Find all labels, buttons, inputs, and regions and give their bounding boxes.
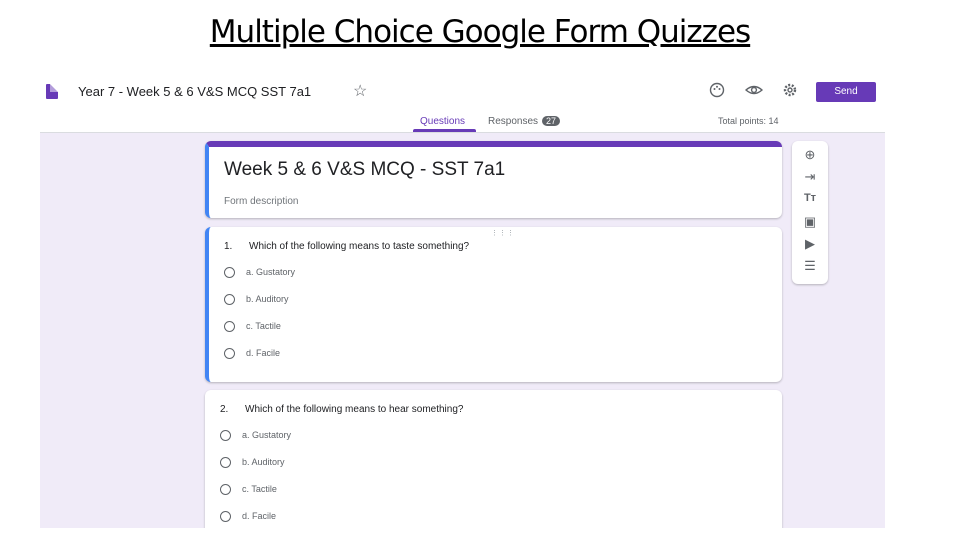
form-header-card[interactable]: Week 5 & 6 V&S MCQ - SST 7a1 Form descri…: [205, 141, 782, 218]
slide-title: Multiple Choice Google Form Quizzes: [209, 14, 751, 50]
total-points: Total points: 14: [718, 116, 779, 126]
palette-icon[interactable]: [707, 82, 727, 103]
add-video-icon[interactable]: ▶: [800, 236, 820, 252]
side-toolbar: ⊕ ⇥ Tт ▣ ▶ ☰: [792, 141, 828, 284]
tab-questions[interactable]: Questions: [420, 116, 465, 127]
option-label: d. Facile: [246, 348, 281, 358]
form-title[interactable]: Week 5 & 6 V&S MCQ - SST 7a1: [224, 159, 505, 181]
tab-responses-label: Responses: [488, 116, 539, 127]
star-icon[interactable]: ☆: [353, 81, 367, 101]
option-label: b. Auditory: [242, 457, 285, 467]
tab-responses[interactable]: Responses 27: [488, 116, 561, 127]
drag-handle-icon[interactable]: ⋮⋮⋮: [491, 229, 515, 237]
active-tab-indicator: [413, 129, 476, 132]
send-button[interactable]: Send: [816, 82, 876, 102]
question-card[interactable]: ⋮⋮⋮ 1. Which of the following means to t…: [205, 227, 782, 382]
responses-count-badge: 27: [542, 116, 561, 126]
doc-title[interactable]: Year 7 - Week 5 & 6 V&S MCQ SST 7a1: [78, 84, 311, 99]
add-image-icon[interactable]: ▣: [800, 214, 820, 230]
google-forms-window: Year 7 - Week 5 & 6 V&S MCQ SST 7a1 ☆ Se…: [40, 70, 885, 528]
radio-icon[interactable]: [224, 294, 235, 305]
question-text[interactable]: Which of the following means to hear som…: [245, 404, 463, 415]
question-card[interactable]: 2. Which of the following means to hear …: [205, 390, 782, 528]
add-section-icon[interactable]: ☰: [800, 258, 820, 274]
question-text[interactable]: Which of the following means to taste so…: [249, 241, 469, 252]
option-label: b. Auditory: [246, 294, 289, 304]
topbar: Year 7 - Week 5 & 6 V&S MCQ SST 7a1 ☆ Se…: [40, 70, 885, 133]
forms-doc-icon: [46, 84, 58, 99]
import-questions-icon[interactable]: ⇥: [800, 169, 820, 185]
option-label: d. Facile: [242, 511, 277, 521]
add-question-icon[interactable]: ⊕: [800, 147, 820, 163]
question-number: 2.: [220, 404, 229, 415]
radio-icon[interactable]: [220, 457, 231, 468]
radio-icon[interactable]: [224, 321, 235, 332]
radio-icon[interactable]: [220, 484, 231, 495]
option-label: c. Tactile: [246, 321, 281, 331]
option-label: a. Gustatory: [242, 430, 292, 440]
radio-icon[interactable]: [220, 511, 231, 522]
option-label: c. Tactile: [242, 484, 277, 494]
add-title-icon[interactable]: Tт: [800, 192, 820, 204]
radio-icon[interactable]: [220, 430, 231, 441]
option-label: a. Gustatory: [246, 267, 296, 277]
gear-icon[interactable]: [780, 82, 800, 103]
eye-icon[interactable]: [744, 82, 764, 103]
form-description[interactable]: Form description: [224, 196, 298, 207]
question-number: 1.: [224, 241, 233, 252]
radio-icon[interactable]: [224, 267, 235, 278]
radio-icon[interactable]: [224, 348, 235, 359]
